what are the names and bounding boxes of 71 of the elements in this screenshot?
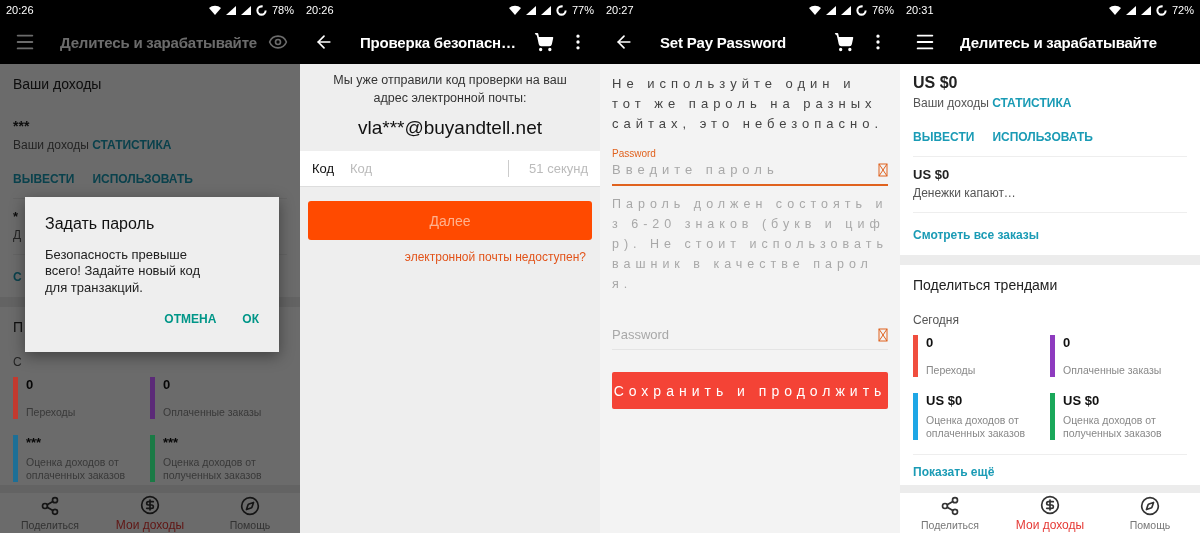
code-label: Код xyxy=(312,161,336,176)
period-label: С xyxy=(13,355,23,369)
bottom-nav-tab[interactable]: Помощь xyxy=(1100,493,1200,533)
bottom-nav-tab[interactable]: Поделиться xyxy=(0,493,100,533)
password-field[interactable]: Password Введите пароль xyxy=(612,148,888,186)
pending-label: Денежки капают… xyxy=(913,186,1017,200)
earnings-action[interactable]: ИСПОЛЬЗОВАТЬ xyxy=(92,172,193,186)
earnings-action[interactable]: ИСПОЛЬЗОВАТЬ xyxy=(992,130,1093,144)
stat-label: Оплаченные заказы xyxy=(1063,364,1163,378)
stat-label: Переходы xyxy=(926,364,977,378)
earnings-action[interactable]: ВЫВЕСТИ xyxy=(913,130,975,144)
statistics-link[interactable]: СТАТИСТИКА xyxy=(92,138,172,152)
trends-heading: П xyxy=(13,319,25,335)
email-address: vla***@buyandtell.net xyxy=(356,117,544,139)
password-hint: Пароль должен состоять из 6-20 знаков (букв и цифр). Не стоит использовать вашник в качестве пароля. xyxy=(612,196,888,293)
stat-value: 0 xyxy=(1063,335,1072,350)
dialog-button[interactable]: ОК xyxy=(242,311,259,326)
pending-amount: US $0 xyxy=(913,167,951,182)
show-more-link[interactable]: Показать ещё xyxy=(913,454,1187,480)
dialog-message: Безопасность превыше всего! Задайте новый код для транзакций. xyxy=(45,247,202,296)
battery-level: 77% xyxy=(571,4,594,16)
trends-heading: Поделиться трендами xyxy=(913,277,1059,293)
stat-value: 0 xyxy=(26,377,35,392)
stat-value: 0 xyxy=(163,377,172,392)
all-orders-link[interactable]: С xyxy=(13,270,22,284)
stat-value: US $0 xyxy=(926,393,964,409)
bottom-nav-tab[interactable]: Мои доходы xyxy=(1000,493,1100,533)
bottom-nav-tab[interactable]: Поделиться xyxy=(900,493,1000,533)
stat-value: *** xyxy=(26,435,43,451)
period-label: Сегодня xyxy=(913,313,960,327)
statistics-link[interactable]: СТАТИСТИКА xyxy=(992,96,1072,110)
battery-level: 78% xyxy=(271,4,294,16)
code-input[interactable]: Код xyxy=(348,160,510,177)
status-time: 20:31 xyxy=(906,4,935,16)
info-message: Мы уже отправили код проверки на ваш адрес электронной почты: xyxy=(332,72,568,107)
field-label: Password xyxy=(612,148,657,159)
section-heading: Ваши доходы xyxy=(13,76,103,92)
next-button[interactable]: Далее xyxy=(308,201,592,240)
status-time: 20:26 xyxy=(306,4,335,16)
password-input[interactable]: Password xyxy=(612,324,878,345)
stat-value: 0 xyxy=(926,335,935,350)
screen-title: Проверка безопасн… xyxy=(360,33,517,51)
stat-label: Оценка доходов от полученных заказов xyxy=(1063,414,1163,441)
status-time: 20:27 xyxy=(606,4,635,16)
dialog-title: Задать пароль xyxy=(45,215,156,233)
stat-label: Оценка доходов от оплаченных заказов xyxy=(926,414,1027,441)
earnings-label: Ваши доходы СТАТИСТИКА xyxy=(913,96,1073,110)
warning-text: Не используйте один и тот же пароль на разных сайтах, это небезопасно. xyxy=(612,75,885,133)
pending-label: Д xyxy=(13,228,23,242)
status-time: 20:26 xyxy=(6,4,35,16)
pending-amount: * xyxy=(13,209,20,224)
earnings-amount: US $0 xyxy=(913,74,959,92)
stat-value: US $0 xyxy=(1063,393,1101,409)
bottom-nav-tab[interactable]: Мои доходы xyxy=(100,493,200,533)
stat-value: *** xyxy=(163,435,180,451)
all-orders-link[interactable]: Смотреть все заказы xyxy=(913,228,1039,242)
bottom-nav-tab[interactable]: Помощь xyxy=(200,493,300,533)
earnings-label: Ваши доходы СТАТИСТИКА xyxy=(13,138,173,152)
email-unavailable-link[interactable]: электронной почты недоступен? xyxy=(300,240,600,274)
password-input[interactable]: Введите пароль xyxy=(612,159,878,180)
code-field[interactable]: Код Код 51 секунд xyxy=(300,151,600,187)
battery-level: 72% xyxy=(1171,4,1194,16)
screen-title: Делитесь и зарабатывайте xyxy=(960,33,1158,51)
save-button[interactable]: Сохранить и продолжить xyxy=(612,372,888,409)
earnings-action[interactable]: ВЫВЕСТИ xyxy=(13,172,75,186)
battery-level: 76% xyxy=(871,4,894,16)
dialog-button[interactable]: ОТМЕНА xyxy=(164,311,217,326)
resend-timer: 51 секунд xyxy=(529,161,588,176)
password-field[interactable]: Password xyxy=(612,324,888,350)
earnings-amount: *** xyxy=(13,118,31,134)
screen-title: Set Pay Password xyxy=(660,33,788,51)
